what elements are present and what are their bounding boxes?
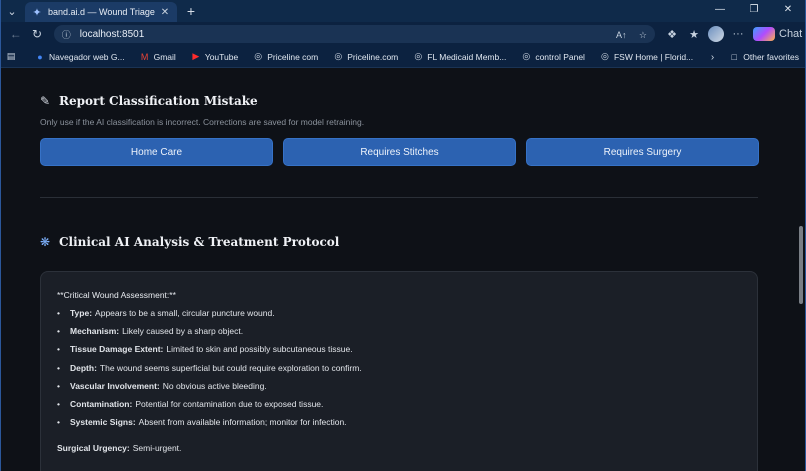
- section-divider: [40, 197, 758, 198]
- favorites-icon[interactable]: ★: [683, 28, 705, 41]
- favorite-item[interactable]: M Gmail: [139, 52, 176, 62]
- url-actions: A↑ ☆: [608, 25, 647, 43]
- title-bar: ⌄ ✦ band.ai.d — Wound Triage ✕ + — ❐ ✕: [1, 0, 805, 22]
- close-tab-icon[interactable]: ✕: [159, 7, 171, 18]
- favorite-item[interactable]: ◎ Priceline.com: [332, 51, 398, 62]
- toolbar-icons: ❖ ★ ··· Chat: [661, 26, 803, 42]
- sparkle-icon: ❋: [40, 235, 51, 249]
- globe-icon: ◎: [601, 51, 609, 61]
- assessment-heading: **Critical Wound Assessment:**: [57, 290, 176, 300]
- list-item: • Mechanism: Likely caused by a sharp obje…: [57, 326, 244, 337]
- list-item: • Systemic Signs: Absent from available in…: [57, 417, 347, 428]
- assessment-list: • Type: Appears to be a small, circular pu…: [57, 308, 741, 435]
- refresh-icon[interactable]: ↻: [26, 27, 47, 41]
- requires-surgery-button[interactable]: Requires Surgery: [526, 138, 759, 166]
- address-bar-row: ← ↻ ⓘ localhost:8501 A↑ ☆ ❖ ★ ··· Chat: [1, 22, 805, 46]
- tab-wound-triage[interactable]: ✦ band.ai.d — Wound Triage ✕: [25, 2, 177, 22]
- globe-icon: ◎: [254, 51, 263, 61]
- extensions-icon[interactable]: ❖: [661, 28, 683, 41]
- new-tab-icon[interactable]: +: [183, 3, 199, 19]
- url-field[interactable]: ⓘ localhost:8501 A↑ ☆: [53, 25, 655, 43]
- list-item: • Vascular Involvement: No obvious active …: [57, 380, 267, 391]
- bandage-icon: ✦: [32, 6, 42, 19]
- info-icon[interactable]: ⓘ: [62, 28, 74, 41]
- url-text[interactable]: localhost:8501: [80, 29, 608, 40]
- list-item: • Tissue Damage Extent: Limited to skin an…: [57, 344, 353, 355]
- globe-icon: ◎: [414, 51, 423, 61]
- close-window-icon[interactable]: ✕: [771, 0, 805, 22]
- more-options-icon[interactable]: ···: [727, 28, 749, 40]
- globe-icon: ◎: [334, 51, 343, 61]
- list-item: • Contamination: Potential for contaminati…: [57, 398, 324, 409]
- globe-icon: ◎: [522, 51, 531, 61]
- page-content: ✎ Report Classification Mistake Only use…: [1, 68, 805, 471]
- copilot-icon: [753, 27, 775, 41]
- google-icon: ●: [37, 51, 43, 62]
- chat-label: Chat: [779, 28, 803, 40]
- profile-avatar[interactable]: [708, 26, 724, 42]
- favorite-item[interactable]: ◎ Priceline com: [252, 51, 318, 62]
- favorites-bar-right: › □ Other favorites: [711, 46, 799, 68]
- favorite-item[interactable]: ▶ YouTube: [190, 51, 238, 62]
- tab-title: band.ai.d — Wound Triage: [48, 7, 155, 17]
- favorite-star-icon[interactable]: ☆: [639, 30, 647, 40]
- home-care-button[interactable]: Home Care: [40, 138, 273, 166]
- edit-icon: ✎: [40, 94, 51, 108]
- restore-icon[interactable]: ❐: [737, 0, 771, 22]
- page-scrollbar[interactable]: [799, 226, 803, 304]
- youtube-icon: ▶: [192, 51, 200, 61]
- analysis-card: **Critical Wound Assessment:** • Type: App…: [40, 271, 758, 471]
- surgical-urgency: Surgical Urgency: Semi-urgent.: [57, 443, 182, 454]
- report-subtitle: Only use if the AI classification is inc…: [40, 117, 365, 127]
- copilot-chat-button[interactable]: Chat: [753, 27, 803, 41]
- read-aloud-icon[interactable]: A↑: [616, 30, 627, 40]
- folder-icon: □: [731, 52, 737, 62]
- favorite-item[interactable]: ◎ FSW Home | Florid...: [599, 51, 693, 62]
- favorite-item[interactable]: ◎ control Panel: [520, 51, 585, 62]
- other-favorites[interactable]: □ Other favorites: [728, 52, 799, 62]
- favorites-bar: ▤ ● Navegador web G... M Gmail ▶ YouTube ◎ P…: [1, 46, 805, 68]
- list-item: • Depth: The wound seems superficial but c…: [57, 362, 362, 373]
- window-controls: — ❐ ✕: [703, 0, 805, 22]
- back-icon[interactable]: ←: [5, 27, 26, 41]
- favorite-item[interactable]: ◎ FL Medicaid Memb...: [412, 51, 506, 62]
- browser-window: ⌄ ✦ band.ai.d — Wound Triage ✕ + — ❐ ✕ ←…: [0, 0, 806, 471]
- requires-stitches-button[interactable]: Requires Stitches: [283, 138, 516, 166]
- list-item: • Type: Appears to be a small, circular pu…: [57, 308, 275, 318]
- tab-actions-chevron-icon[interactable]: ⌄: [3, 2, 21, 20]
- minimize-icon[interactable]: —: [703, 0, 737, 22]
- classification-buttons: Home Care Requires Stitches Requires Sur…: [40, 138, 759, 166]
- report-section-title: ✎ Report Classification Mistake: [40, 94, 258, 108]
- chevron-right-icon[interactable]: ›: [711, 52, 714, 63]
- analysis-section-title: ❋ Clinical AI Analysis & Treatment Proto…: [40, 235, 340, 249]
- gmail-icon: M: [140, 51, 149, 62]
- favorite-item[interactable]: ● Navegador web G...: [34, 51, 124, 62]
- bookmark-folder-icon: ▤: [6, 51, 16, 61]
- favorites-manager-icon[interactable]: ▤: [5, 51, 20, 62]
